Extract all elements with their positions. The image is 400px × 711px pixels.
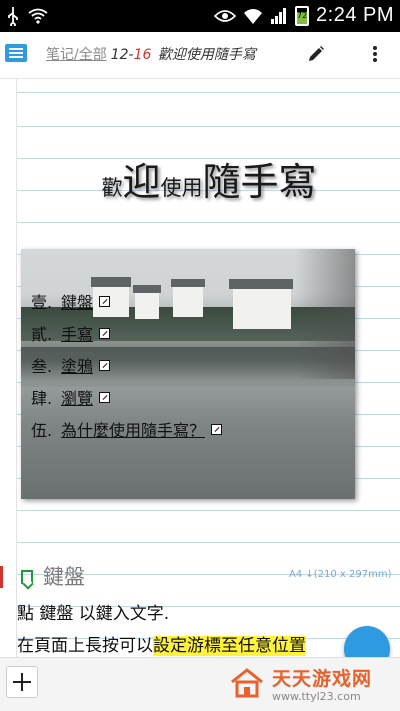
app-bar: 笔记/全部 12-16 歡迎使用隨手寫 (0, 32, 400, 79)
wifi-icon (28, 8, 48, 24)
external-link-icon[interactable] (99, 327, 111, 339)
battery-level: 72 (297, 10, 308, 20)
watermark-url: www.ttyl23.com (272, 690, 361, 703)
battery-icon: 72 (295, 5, 310, 26)
link-doodle[interactable]: 塗鴉 (61, 353, 93, 377)
watermark: 天天游戏网 www.ttyl23.com (222, 662, 396, 708)
note-page[interactable]: 歡迎使用隨手寫 壹. 鍵盤 貳. 手寫 叁. 塗鴉 肆. 瀏覽 伍. 為什麼使用隨手寫？ … (16, 79, 400, 657)
wifi-icon (244, 8, 263, 24)
highlighted-text: 設定游標至任意位置 (153, 636, 306, 656)
eye-icon (214, 9, 237, 22)
list-item: 肆. 瀏覽 (31, 381, 222, 413)
list-item: 貳. 手寫 (31, 317, 222, 349)
notebook-menu-button[interactable] (5, 44, 27, 62)
link-browse[interactable]: 瀏覽 (61, 385, 93, 409)
section-text-line: 點 鍵盤 以鍵入文字. (17, 604, 170, 624)
section-text-line: 在頁面上長按可以設定游標至任意位置 (17, 636, 306, 656)
welcome-heading: 歡迎使用隨手寫 (101, 160, 317, 204)
external-link-icon[interactable] (99, 359, 111, 371)
clock: 2:24 PM (316, 4, 394, 26)
watermark-name: 天天游戏网 (272, 668, 373, 690)
link-keyboard[interactable]: 鍵盤 (61, 289, 93, 313)
link-list: 壹. 鍵盤 貳. 手寫 叁. 塗鴉 肆. 瀏覽 伍. 為什麼使用隨手寫？ (31, 285, 223, 445)
more-options-icon[interactable] (368, 44, 382, 66)
pen-icon[interactable] (306, 44, 326, 64)
bookmark-icon[interactable] (21, 570, 33, 584)
page-margin-marker (0, 566, 3, 588)
bottom-bar: 天天游戏网 www.ttyl23.com (0, 657, 400, 711)
breadcrumb-all-notes[interactable]: 笔记/全部 (46, 47, 107, 63)
signal-icon (271, 7, 287, 24)
lake-photo: 壹. 鍵盤 貳. 手寫 叁. 塗鴉 肆. 瀏覽 伍. 為什麼使用隨手寫？ (21, 249, 355, 499)
list-item: 壹. 鍵盤 (31, 285, 222, 317)
note-date: 12-16 (110, 47, 152, 63)
status-bar: 72 2:24 PM (0, 0, 400, 32)
external-link-icon[interactable] (211, 423, 223, 435)
external-link-icon[interactable] (99, 295, 111, 307)
link-handwriting[interactable]: 手寫 (61, 321, 93, 345)
note-title: 歡迎使用隨手寫 (157, 47, 256, 63)
add-page-button[interactable] (6, 666, 38, 698)
paper-size-label: A4 ↓(210 x 297mm) (289, 569, 392, 580)
usb-icon (8, 7, 18, 26)
list-item: 伍. 為什麼使用隨手寫？ (31, 413, 223, 445)
breadcrumb: 笔记/全部 12-16 歡迎使用隨手寫 (46, 44, 256, 64)
list-item: 叁. 塗鴉 (31, 349, 222, 381)
link-why-use[interactable]: 為什麼使用隨手寫？ (61, 417, 205, 441)
house-logo-icon (231, 668, 263, 698)
external-link-icon[interactable] (99, 391, 111, 403)
section-title: 鍵盤 (43, 565, 85, 589)
